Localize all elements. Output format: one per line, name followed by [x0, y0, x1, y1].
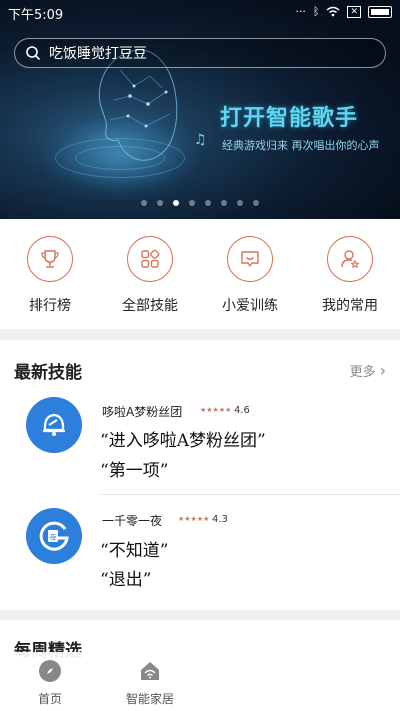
- status-icons: ··· ᛒ ✕: [295, 5, 392, 18]
- banner-subtitle: 经典游戏归来 再次唱出你的心声: [222, 139, 380, 152]
- carousel-dot-active[interactable]: [173, 200, 179, 206]
- sim-icon: ✕: [347, 5, 361, 18]
- chat-bubble-icon: [227, 236, 273, 282]
- app-screen: 下午5:09 ··· ᛒ ✕ 吃饭睡觉打豆豆 打开智能歌手 ♫ 经典游戏归来 再…: [0, 0, 400, 711]
- search-icon: [26, 46, 41, 61]
- tab-home[interactable]: 首页: [0, 652, 100, 711]
- bell-icon: [26, 397, 82, 453]
- carousel-dot[interactable]: [141, 200, 147, 206]
- carousel-dot[interactable]: [221, 200, 227, 206]
- skill-phrase: “进入哆啦A梦粉丝团”: [100, 431, 266, 451]
- quick-entry-label: 排行榜: [29, 298, 71, 314]
- signal-icon: ···: [295, 5, 306, 18]
- tab-label: 智能家居: [125, 692, 174, 706]
- skill-phrase: “不知道”: [100, 541, 169, 561]
- carousel-dot[interactable]: [253, 200, 259, 206]
- status-time: 下午5:09: [8, 8, 64, 23]
- trophy-icon: [27, 236, 73, 282]
- quick-entry-ranking[interactable]: 排行榜: [0, 219, 100, 329]
- chevron-right-icon: ›: [379, 361, 386, 380]
- tab-label: 首页: [37, 692, 62, 706]
- divider: [100, 494, 400, 495]
- skill-phrase: “退出”: [100, 570, 152, 590]
- skill-phrase: “第一项”: [100, 461, 169, 481]
- tab-smart-home[interactable]: 智能家居: [100, 652, 200, 711]
- quick-entry-xiaoai-training[interactable]: 小爱训练: [200, 219, 300, 329]
- latest-skills-section: 最新技能 更多 › 哆啦A梦粉丝团 ★★★★★ 4.6 “进入哆啦A梦粉丝团” …: [0, 340, 400, 610]
- bottom-tab-bar: 首页 智能家居: [0, 652, 230, 711]
- quick-entry-label: 小爱训练: [222, 298, 278, 314]
- grid-icon: [127, 236, 173, 282]
- carousel-indicator: [0, 200, 400, 206]
- battery-icon: [368, 5, 392, 18]
- svg-text:夜: 夜: [50, 533, 57, 542]
- book-g-icon: 夜: [26, 508, 82, 564]
- search-bar[interactable]: 吃饭睡觉打豆豆: [14, 38, 386, 68]
- star-rating-icon: ★★★★★: [200, 406, 232, 414]
- wifi-icon: [327, 6, 340, 17]
- quick-entry-label: 全部技能: [122, 298, 178, 314]
- quick-entry-label: 我的常用: [322, 298, 378, 314]
- carousel-dot[interactable]: [157, 200, 163, 206]
- skill-rating: 4.3: [212, 514, 228, 525]
- quick-entry-all-skills[interactable]: 全部技能: [100, 219, 200, 329]
- carousel-dot[interactable]: [189, 200, 195, 206]
- skill-name: 一千零一夜: [102, 514, 163, 528]
- quick-entry-my-favorites[interactable]: 我的常用: [300, 219, 400, 329]
- compass-icon: [39, 660, 61, 682]
- carousel-dot[interactable]: [237, 200, 243, 206]
- promo-banner[interactable]: 下午5:09 ··· ᛒ ✕ 吃饭睡觉打豆豆 打开智能歌手 ♫ 经典游戏归来 再…: [0, 0, 400, 219]
- music-note-icon: ♫: [194, 132, 207, 148]
- bluetooth-icon: ᛒ: [312, 5, 320, 18]
- user-star-icon: [327, 236, 373, 282]
- skill-rating: 4.6: [234, 405, 250, 416]
- carousel-dot[interactable]: [205, 200, 211, 206]
- banner-title: 打开智能歌手: [220, 106, 359, 131]
- section-title: 最新技能: [14, 363, 82, 383]
- search-placeholder: 吃饭睡觉打豆豆: [49, 46, 147, 62]
- smart-home-icon: [139, 660, 161, 682]
- status-bar: 下午5:09 ··· ᛒ ✕: [0, 0, 400, 24]
- more-label: 更多: [349, 365, 376, 380]
- star-rating-icon: ★★★★★: [178, 515, 210, 523]
- more-link[interactable]: 更多 ›: [350, 361, 386, 380]
- quick-entries: 排行榜 全部技能 小爱训练 我的常用: [0, 219, 400, 329]
- skill-name: 哆啦A梦粉丝团: [102, 405, 183, 419]
